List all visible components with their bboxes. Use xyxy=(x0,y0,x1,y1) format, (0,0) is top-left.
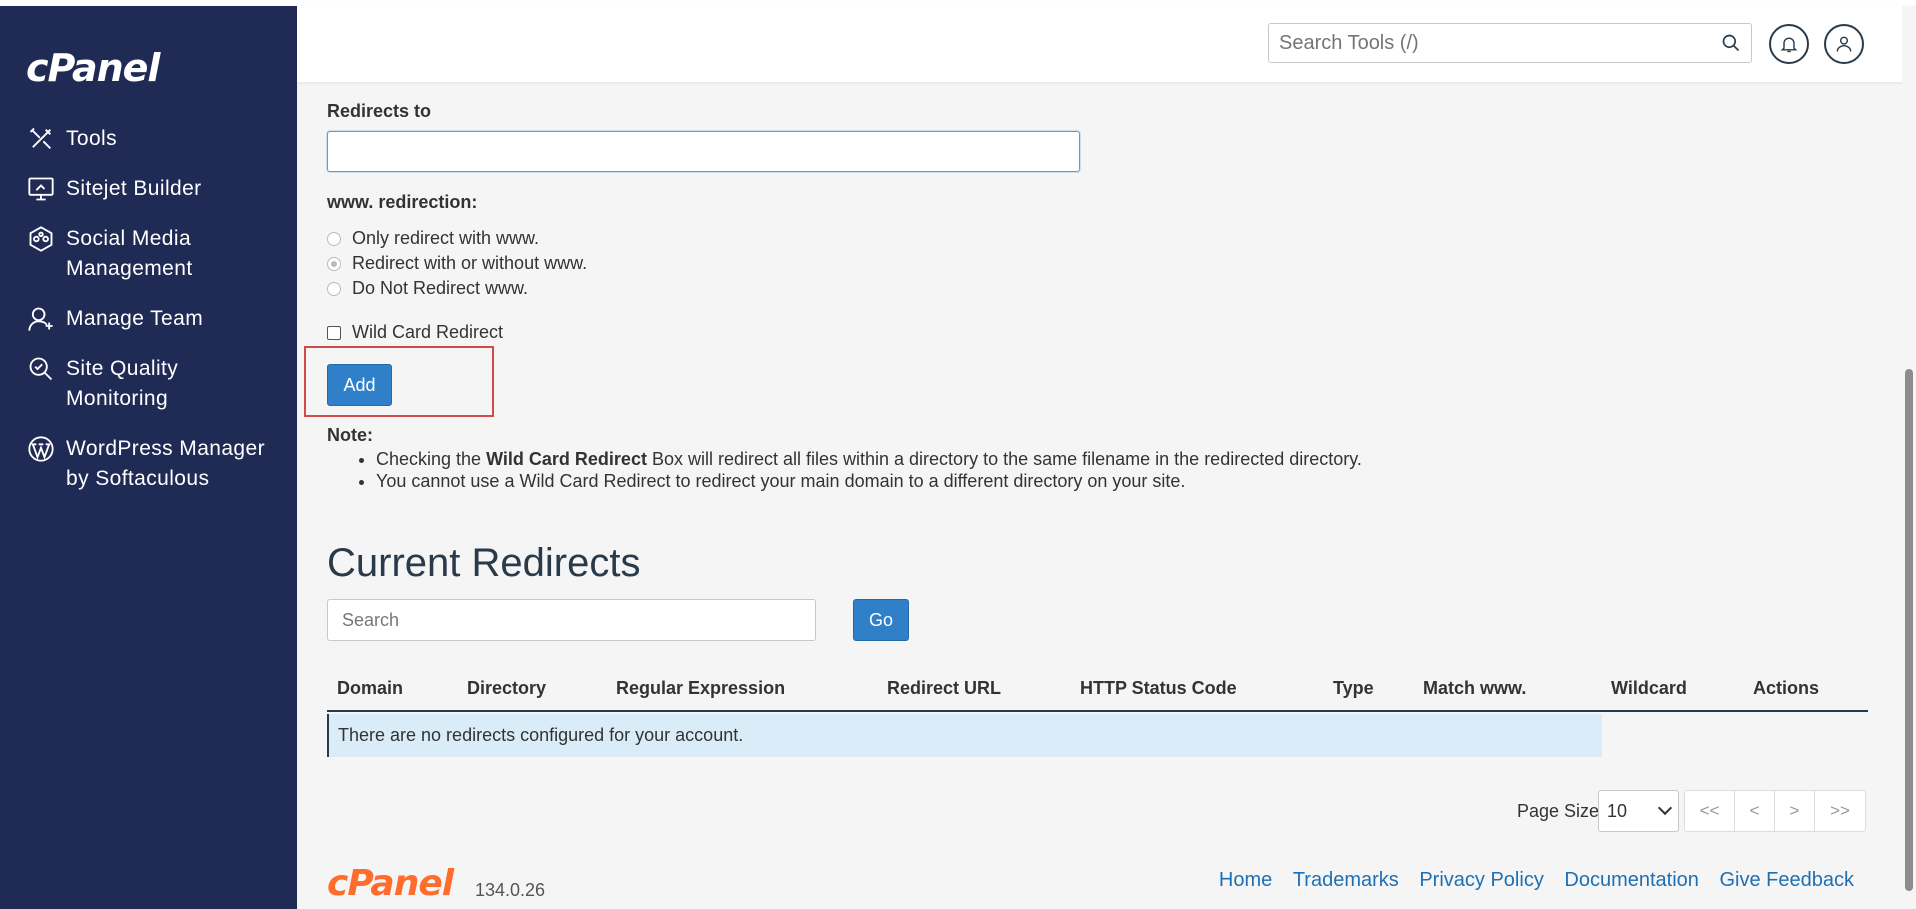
sidebar-item-label: Tools xyxy=(66,127,118,150)
sidebar-item-tools[interactable]: Tools xyxy=(26,124,286,154)
page-size-label: Page Size xyxy=(1517,801,1600,821)
column-actions: Actions xyxy=(1753,678,1820,698)
radio-label: Do Not Redirect www. xyxy=(352,278,529,298)
user-account-button[interactable] xyxy=(1824,24,1864,64)
top-header xyxy=(297,6,1916,82)
search-tools-box[interactable] xyxy=(1268,23,1752,63)
sidebar-item-label: Site Quality Monitoring xyxy=(66,357,179,410)
sidebar-item-social-media[interactable]: Social Media Management xyxy=(26,224,286,284)
user-add-icon xyxy=(26,304,56,334)
social-network-icon xyxy=(26,224,56,254)
sidebar-nav: Tools Sitejet Builder Social Media Manag… xyxy=(26,124,286,514)
footer-link-home[interactable]: Home xyxy=(1219,869,1272,891)
footer-link-documentation[interactable]: Documentation xyxy=(1564,869,1699,891)
note-title: Note: xyxy=(327,425,373,445)
page-size-value: 10 xyxy=(1607,800,1628,821)
column-match-www[interactable]: Match www. xyxy=(1423,678,1526,699)
note-text: Box will redirect all files within a dir… xyxy=(646,449,1362,469)
radio-do-not-redirect-www[interactable] xyxy=(327,281,341,296)
column-type[interactable]: Type xyxy=(1333,678,1374,699)
radio-label: Only redirect with www. xyxy=(352,228,540,248)
search-icon[interactable] xyxy=(1721,33,1741,53)
monitor-icon xyxy=(26,174,56,204)
column-directory[interactable]: Directory xyxy=(467,678,546,699)
note-item: You cannot use a Wild Card Redirect to r… xyxy=(376,470,1362,492)
redirects-to-label: Redirects to xyxy=(327,101,432,121)
sidebar: cPanel Tools Sitejet Builder Social Medi… xyxy=(0,6,297,909)
sidebar-item-label: Sitejet Builder xyxy=(66,177,202,200)
add-button[interactable]: Add xyxy=(327,364,392,406)
www-option-only-with[interactable]: Only redirect with www. xyxy=(327,228,539,249)
current-redirects-title: Current Redirects xyxy=(327,541,641,585)
wildcard-redirect-option[interactable]: Wild Card Redirect xyxy=(327,322,503,343)
search-tools-input[interactable] xyxy=(1269,31,1699,55)
sidebar-item-label: Social Media Management xyxy=(66,227,193,280)
sidebar-item-label: Manage Team xyxy=(66,307,204,330)
cpanel-logo[interactable]: cPanel xyxy=(26,46,160,90)
pagination-controls: << < > >> xyxy=(1684,790,1866,832)
redirects-search-input[interactable]: Search xyxy=(327,599,816,641)
footer-cpanel-logo[interactable]: cPanel xyxy=(327,866,454,902)
sidebar-item-site-quality[interactable]: Site Quality Monitoring xyxy=(26,354,286,414)
radio-only-with-www[interactable] xyxy=(327,231,341,246)
page-size-select[interactable]: 10 xyxy=(1598,790,1679,832)
prev-page-button[interactable]: < xyxy=(1735,791,1775,831)
column-wildcard[interactable]: Wildcard xyxy=(1611,678,1687,699)
wildcard-redirect-checkbox[interactable] xyxy=(327,325,341,340)
wordpress-icon xyxy=(26,434,56,464)
www-option-with-or-without[interactable]: Redirect with or without www. xyxy=(327,253,587,274)
last-page-button[interactable]: >> xyxy=(1815,791,1865,831)
note-item: Checking the Wild Card Redirect Box will… xyxy=(376,448,1362,470)
next-page-button[interactable]: > xyxy=(1775,791,1815,831)
wildcard-redirect-label: Wild Card Redirect xyxy=(352,322,504,342)
bell-icon xyxy=(1780,37,1798,53)
www-option-do-not[interactable]: Do Not Redirect www. xyxy=(327,278,528,299)
footer-link-trademarks[interactable]: Trademarks xyxy=(1293,869,1399,891)
sidebar-item-label: WordPress Manager by Softaculous xyxy=(66,437,265,490)
magnifier-check-icon xyxy=(26,354,56,384)
version-text: 134.0.26 xyxy=(475,880,546,900)
go-button[interactable]: Go xyxy=(853,599,909,641)
notifications-button[interactable] xyxy=(1769,24,1809,64)
chevron-down-icon xyxy=(1657,800,1673,816)
note-bold-text: Wild Card Redirect xyxy=(486,449,647,469)
vertical-scrollbar[interactable] xyxy=(1902,6,1916,909)
redirects-table-header: Domain Directory Regular Expression Redi… xyxy=(327,668,1868,712)
empty-table-message: There are no redirects configured for yo… xyxy=(327,714,1602,757)
user-icon xyxy=(1836,36,1852,52)
column-redirect-url[interactable]: Redirect URL xyxy=(887,678,1001,699)
note-text: Checking the xyxy=(376,449,487,469)
redirects-to-input[interactable] xyxy=(327,131,1080,172)
column-http-status-code[interactable]: HTTP Status Code xyxy=(1080,678,1237,699)
sidebar-item-manage-team[interactable]: Manage Team xyxy=(26,304,286,334)
radio-with-or-without-www[interactable] xyxy=(327,256,341,271)
first-page-button[interactable]: << xyxy=(1685,791,1735,831)
sidebar-item-wordpress-manager[interactable]: WordPress Manager by Softaculous xyxy=(26,434,286,494)
www-redirection-label: www. redirection: xyxy=(327,192,478,212)
footer-link-privacy-policy[interactable]: Privacy Policy xyxy=(1419,869,1543,891)
column-domain[interactable]: Domain xyxy=(337,678,403,699)
scrollbar-thumb[interactable] xyxy=(1905,369,1913,891)
column-regular-expression[interactable]: Regular Expression xyxy=(616,678,785,699)
tools-icon xyxy=(26,124,56,154)
radio-label: Redirect with or without www. xyxy=(352,253,588,273)
note-list: Checking the Wild Card Redirect Box will… xyxy=(352,448,1362,492)
footer-link-give-feedback[interactable]: Give Feedback xyxy=(1719,869,1854,891)
footer-links: Home Trademarks Privacy Policy Documenta… xyxy=(1204,869,1854,892)
sidebar-item-sitejet-builder[interactable]: Sitejet Builder xyxy=(26,174,286,204)
